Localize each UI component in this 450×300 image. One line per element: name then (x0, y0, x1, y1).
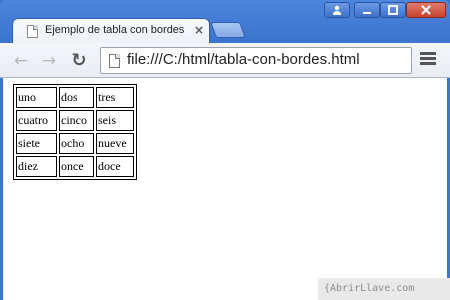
table-cell: cuatro (16, 110, 57, 131)
table-cell: tres (96, 87, 134, 108)
maximize-button[interactable] (380, 2, 406, 18)
minimize-button[interactable] (354, 2, 380, 18)
back-button[interactable]: ← (10, 50, 32, 72)
table-cell: dos (59, 87, 94, 108)
table-cell: once (59, 156, 94, 177)
table-cell: uno (16, 87, 57, 108)
close-window-button[interactable] (406, 2, 446, 18)
bordered-table: uno dos tres cuatro cinco seis siete ocho nueve d… (13, 84, 137, 180)
file-icon (109, 54, 120, 68)
browser-window: Ejemplo de tabla con bordes × ← → ↻ file… (0, 0, 450, 300)
table-cell: nueve (96, 133, 134, 154)
table-cell: siete (16, 133, 57, 154)
close-icon (421, 5, 431, 15)
maximize-icon (388, 5, 398, 15)
tab-close-button[interactable]: × (193, 22, 205, 38)
table-cell: doce (96, 156, 134, 177)
table-row: uno dos tres (16, 87, 134, 108)
menu-button[interactable] (420, 52, 436, 68)
table-row: cuatro cinco seis (16, 110, 134, 131)
hamburger-icon (420, 52, 436, 55)
user-icon (333, 5, 341, 15)
user-profile-button[interactable] (324, 2, 350, 18)
table-cell: ocho (59, 133, 94, 154)
url-text: file:///C:/html/tabla-con-bordes.html (127, 51, 360, 68)
watermark: {AbrirLlave.com (318, 278, 450, 300)
forward-button[interactable]: → (38, 50, 60, 72)
page-viewport: uno dos tres cuatro cinco seis siete ocho nueve d… (3, 78, 447, 300)
reload-button[interactable]: ↻ (68, 50, 90, 72)
new-tab-button[interactable] (210, 22, 246, 38)
table-cell: cinco (59, 110, 94, 131)
address-bar[interactable]: file:///C:/html/tabla-con-bordes.html (100, 47, 412, 74)
tab-title: Ejemplo de tabla con bordes (45, 24, 185, 36)
table-cell: diez (16, 156, 57, 177)
browser-tab[interactable]: Ejemplo de tabla con bordes × (12, 18, 210, 44)
table-cell: seis (96, 110, 134, 131)
table-row: diez once doce (16, 156, 134, 177)
minimize-icon (363, 12, 371, 14)
table-row: siete ocho nueve (16, 133, 134, 154)
toolbar: ← → ↻ file:///C:/html/tabla-con-bordes.h… (0, 43, 450, 78)
page-icon (27, 25, 38, 38)
